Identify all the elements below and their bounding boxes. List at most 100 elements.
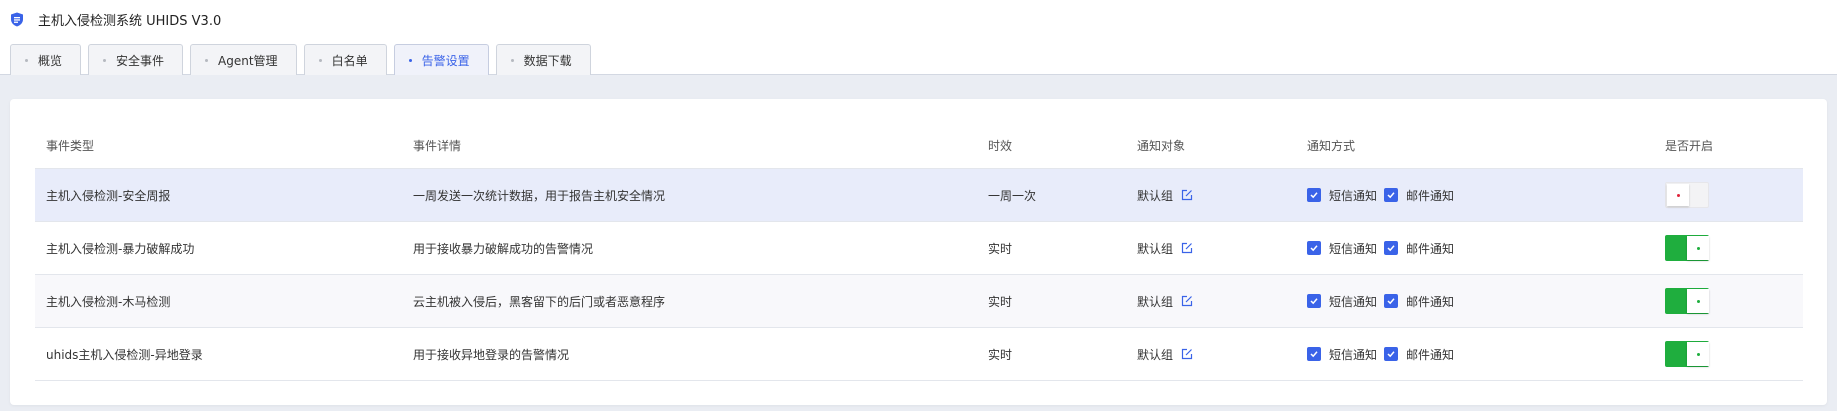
- enable-toggle[interactable]: [1665, 182, 1709, 208]
- top-bar: 主机入侵检测系统 UHIDS V3.0 概览 安全事件 Agent管理 白名单 …: [0, 0, 1837, 75]
- notify-target-label: 默认组: [1137, 188, 1174, 203]
- header-notify-method: 通知方式: [1307, 139, 1356, 153]
- check-icon: [1387, 351, 1395, 358]
- alert-settings-panel: 事件类型 事件详情 时效 通知对象 通知方式 是否开启 主机入侵检测-安全周报 …: [10, 99, 1827, 405]
- tab-dot-icon: [318, 58, 322, 62]
- enabled-cell: [1665, 169, 1709, 221]
- enable-toggle[interactable]: [1665, 341, 1709, 367]
- event-type-cell: 主机入侵检测-暴力破解成功: [46, 241, 195, 256]
- tab-bar: 概览 安全事件 Agent管理 白名单 告警设置 数据下载: [10, 44, 598, 75]
- toggle-knob: [1687, 342, 1709, 366]
- event-detail-cell: 一周发送一次统计数据，用于报告主机安全情况: [413, 188, 666, 203]
- header-timeliness: 时效: [988, 139, 1013, 153]
- tab-alert-settings[interactable]: 告警设置: [393, 44, 489, 75]
- email-checkbox[interactable]: [1384, 241, 1399, 255]
- check-icon: [1310, 298, 1318, 305]
- tab-label: Agent管理: [218, 53, 278, 68]
- sms-checkbox[interactable]: [1307, 294, 1321, 308]
- edit-icon[interactable]: [1181, 242, 1193, 254]
- table-row: uhids主机入侵检测-异地登录 用于接收异地登录的告警情况 实时 默认组 短信…: [35, 328, 1803, 381]
- shield-logo-icon: [10, 12, 24, 27]
- email-label: 邮件通知: [1406, 347, 1455, 362]
- timeliness-cell: 实时: [988, 294, 1013, 309]
- header-event-detail: 事件详情: [413, 139, 462, 153]
- sms-label: 短信通知: [1329, 188, 1378, 203]
- event-type-cell: 主机入侵检测-木马检测: [46, 294, 171, 309]
- timeliness-cell: 一周一次: [988, 188, 1037, 203]
- check-icon: [1387, 192, 1395, 199]
- tab-dot-icon: [510, 58, 514, 62]
- event-detail-cell: 云主机被入侵后，黑客留下的后门或者恶意程序: [413, 294, 666, 309]
- event-type-cell: 主机入侵检测-安全周报: [46, 188, 171, 203]
- check-icon: [1387, 245, 1395, 252]
- tab-label: 告警设置: [421, 53, 470, 68]
- header-notify-target: 通知对象: [1137, 139, 1186, 153]
- sms-label: 短信通知: [1329, 347, 1378, 362]
- app-title: 主机入侵检测系统 UHIDS V3.0: [38, 13, 222, 29]
- notify-method-cell: 短信通知 邮件通知: [1307, 275, 1461, 327]
- timeliness-cell: 实时: [988, 241, 1013, 256]
- notify-target-label: 默认组: [1137, 241, 1174, 256]
- sms-checkbox[interactable]: [1307, 241, 1321, 255]
- app-header: 主机入侵检测系统 UHIDS V3.0: [10, 9, 221, 29]
- tab-dot-icon: [205, 58, 209, 62]
- tab-dot-icon: [103, 58, 107, 62]
- alert-settings-table: 事件类型 事件详情 时效 通知对象 通知方式 是否开启 主机入侵检测-安全周报 …: [35, 123, 1803, 381]
- email-label: 邮件通知: [1406, 188, 1455, 203]
- tab-dot-icon: [408, 58, 412, 62]
- check-icon: [1310, 192, 1318, 199]
- tab-data-download[interactable]: 数据下载: [495, 44, 591, 75]
- enabled-cell: [1665, 275, 1709, 327]
- edit-icon[interactable]: [1181, 189, 1193, 201]
- table-row: 主机入侵检测-木马检测 云主机被入侵后，黑客留下的后门或者恶意程序 实时 默认组…: [35, 275, 1803, 328]
- notify-target-label: 默认组: [1137, 347, 1174, 362]
- tab-agent-management[interactable]: Agent管理: [190, 44, 297, 75]
- header-enabled: 是否开启: [1665, 139, 1714, 153]
- notify-target-label: 默认组: [1137, 294, 1174, 309]
- check-icon: [1387, 298, 1395, 305]
- tab-security-events[interactable]: 安全事件: [88, 44, 184, 75]
- edit-icon[interactable]: [1181, 348, 1193, 360]
- email-checkbox[interactable]: [1384, 294, 1399, 308]
- sms-label: 短信通知: [1329, 241, 1378, 256]
- toggle-knob: [1667, 184, 1689, 206]
- event-detail-cell: 用于接收异地登录的告警情况: [413, 347, 570, 362]
- notify-method-cell: 短信通知 邮件通知: [1307, 328, 1461, 380]
- email-checkbox[interactable]: [1384, 347, 1399, 361]
- notify-target-cell: 默认组: [1137, 222, 1193, 274]
- enabled-cell: [1665, 222, 1709, 274]
- table-row: 主机入侵检测-安全周报 一周发送一次统计数据，用于报告主机安全情况 一周一次 默…: [35, 169, 1803, 222]
- check-icon: [1310, 245, 1318, 252]
- sms-checkbox[interactable]: [1307, 188, 1321, 202]
- check-icon: [1310, 351, 1318, 358]
- enable-toggle[interactable]: [1665, 288, 1709, 314]
- sms-label: 短信通知: [1329, 294, 1378, 309]
- tab-dot-icon: [25, 58, 28, 62]
- event-type-cell: uhids主机入侵检测-异地登录: [46, 347, 203, 362]
- toggle-knob: [1687, 289, 1709, 313]
- tab-label: 安全事件: [116, 53, 165, 68]
- enabled-cell: [1665, 328, 1709, 380]
- table-header-row: 事件类型 事件详情 时效 通知对象 通知方式 是否开启: [35, 123, 1803, 169]
- tab-overview[interactable]: 概览: [10, 44, 82, 75]
- table-row: 主机入侵检测-暴力破解成功 用于接收暴力破解成功的告警情况 实时 默认组 短信通…: [35, 222, 1803, 275]
- header-event-type: 事件类型: [46, 139, 95, 153]
- tab-label: 概览: [38, 53, 63, 68]
- tab-whitelist[interactable]: 白名单: [303, 44, 387, 75]
- notify-method-cell: 短信通知 邮件通知: [1307, 169, 1461, 221]
- email-label: 邮件通知: [1406, 294, 1455, 309]
- notify-method-cell: 短信通知 邮件通知: [1307, 222, 1461, 274]
- email-label: 邮件通知: [1406, 241, 1455, 256]
- tab-label: 白名单: [331, 53, 368, 68]
- notify-target-cell: 默认组: [1137, 169, 1193, 221]
- toggle-knob: [1687, 236, 1709, 260]
- email-checkbox[interactable]: [1384, 188, 1399, 202]
- edit-icon[interactable]: [1181, 295, 1193, 307]
- timeliness-cell: 实时: [988, 347, 1013, 362]
- event-detail-cell: 用于接收暴力破解成功的告警情况: [413, 241, 594, 256]
- tab-label: 数据下载: [523, 53, 572, 68]
- enable-toggle[interactable]: [1665, 235, 1709, 261]
- notify-target-cell: 默认组: [1137, 275, 1193, 327]
- notify-target-cell: 默认组: [1137, 328, 1193, 380]
- sms-checkbox[interactable]: [1307, 347, 1321, 361]
